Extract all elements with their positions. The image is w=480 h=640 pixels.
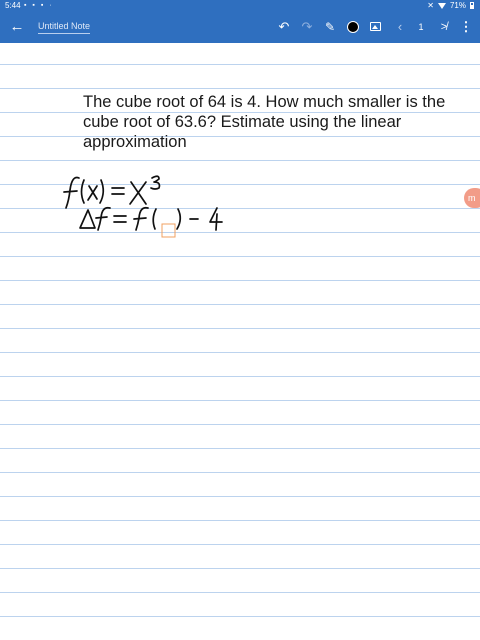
side-panel-tab[interactable]: m bbox=[464, 188, 480, 208]
handwriting-line-1 bbox=[63, 175, 161, 209]
handwriting-layer bbox=[63, 175, 223, 238]
ink-cursor-box bbox=[161, 223, 176, 238]
handwriting-line-2 bbox=[79, 206, 223, 231]
